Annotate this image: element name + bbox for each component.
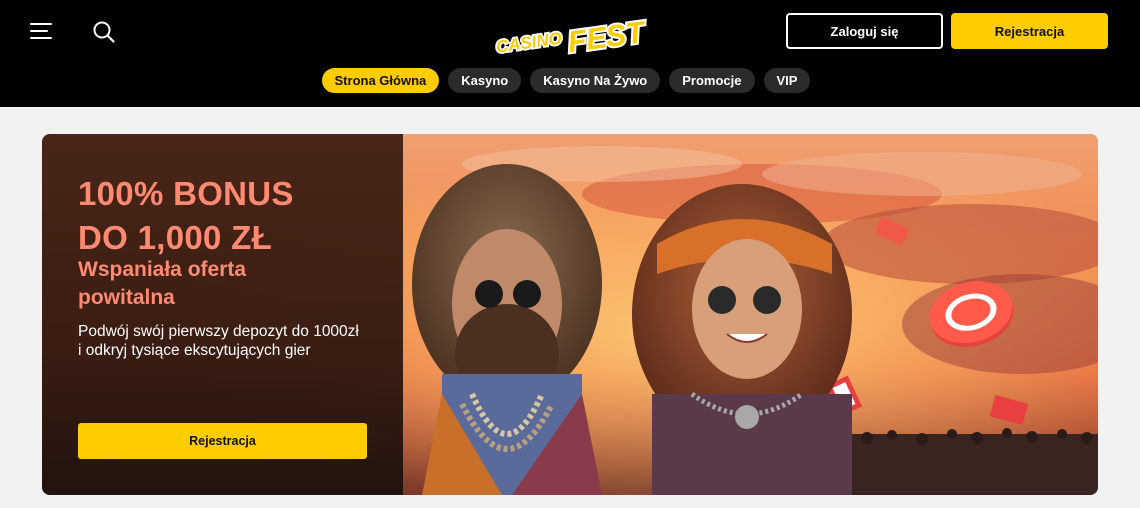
nav-item-vip[interactable]: VIP [763,68,811,93]
nav-item-casino[interactable]: Kasyno [448,68,522,93]
welcome-bonus-banner: 100% BONUS DO 1,000 ZŁ Wspaniała oferta … [42,134,1098,495]
hero-text-panel: 100% BONUS DO 1,000 ZŁ Wspaniała oferta … [42,134,403,495]
svg-text:CASINO: CASINO [495,29,563,57]
casino-fest-logo[interactable]: CASINO FEST [490,6,651,62]
main-nav: Strona Główna Kasyno Kasyno Na Żywo Prom… [0,68,1140,93]
login-button[interactable]: Zaloguj się [786,13,943,49]
svg-text:FEST: FEST [566,16,649,58]
register-button[interactable]: Rejestracja [951,13,1108,49]
hamburger-menu-icon[interactable] [30,20,56,42]
hero-subtitle: Wspaniała oferta powitalna [78,258,247,309]
site-header: CASINO FEST Zaloguj się Rejestracja Stro… [0,0,1140,107]
nav-item-live-casino[interactable]: Kasyno Na Żywo [530,68,661,93]
nav-item-promotions[interactable]: Promocje [669,68,755,93]
nav-item-home[interactable]: Strona Główna [321,68,440,93]
hero-register-button[interactable]: Rejestracja [78,423,367,459]
hero-description: Podwój swój pierwszy depozyt do 1000zł i… [78,323,359,359]
search-icon[interactable] [92,20,116,44]
hero-title: 100% BONUS DO 1,000 ZŁ [78,175,294,256]
